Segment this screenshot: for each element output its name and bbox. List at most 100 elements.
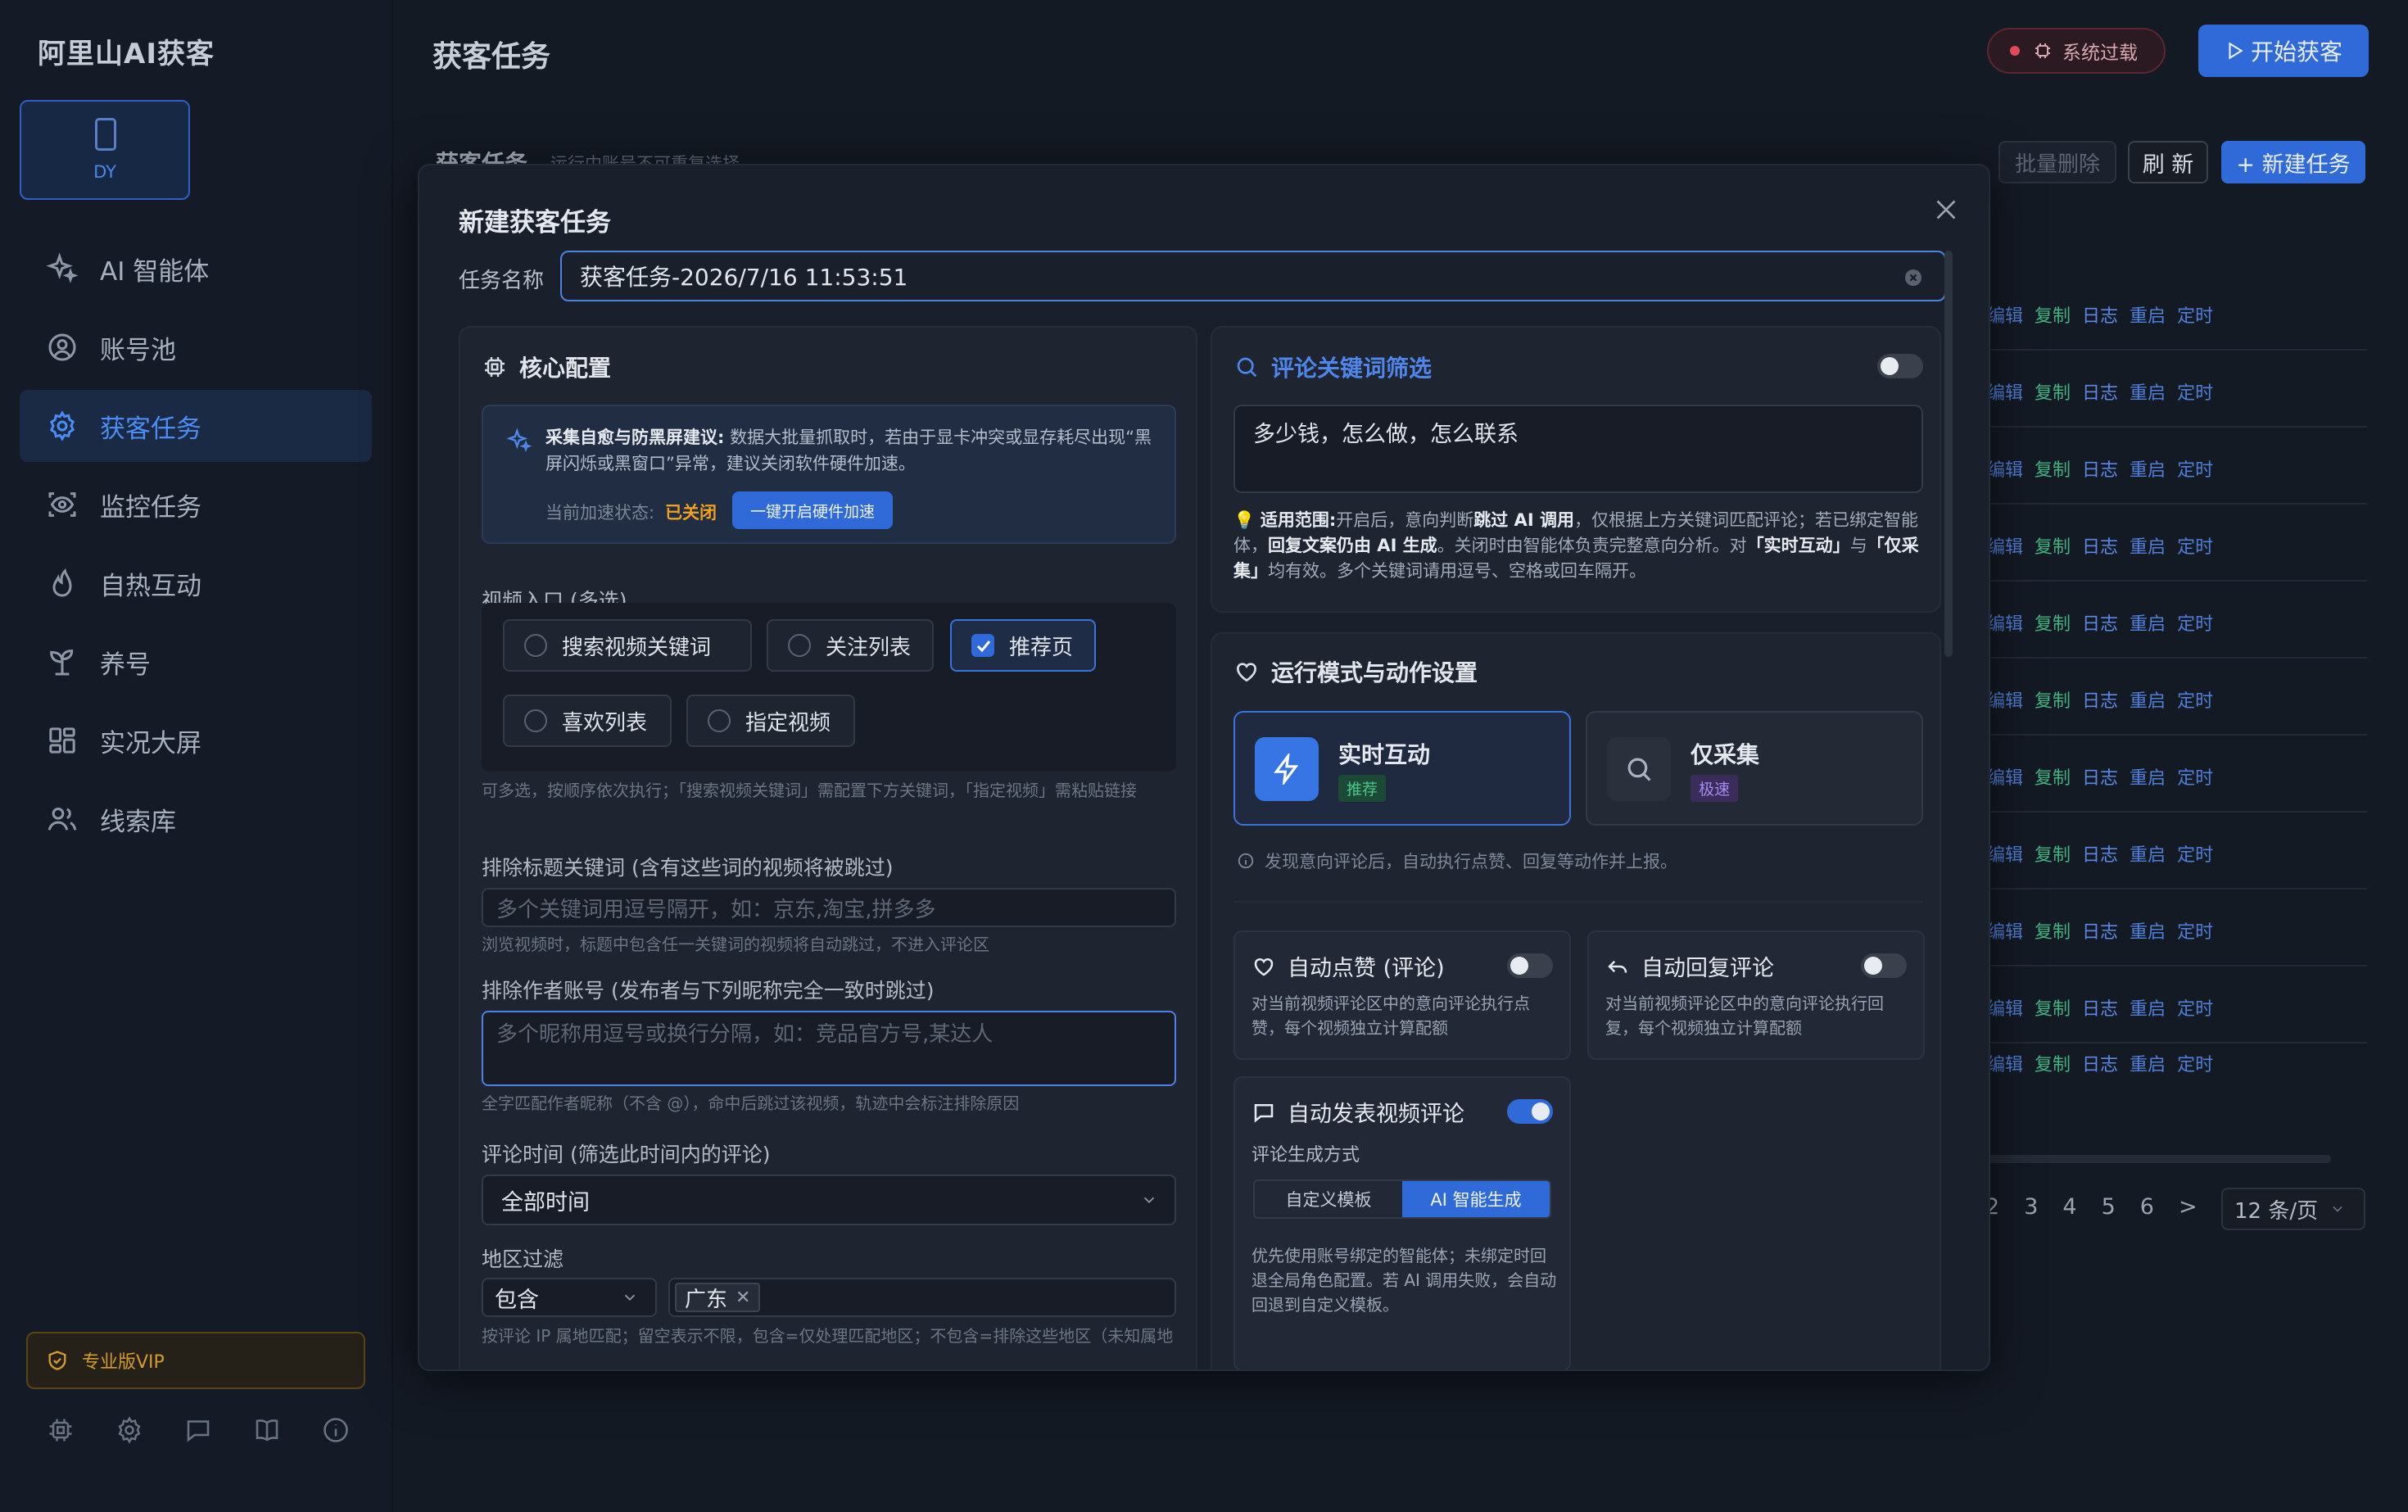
row-action-link[interactable]: 编辑	[1987, 840, 2023, 867]
page-size-select[interactable]: 12 条/页	[2221, 1188, 2365, 1230]
page-number[interactable]: 3	[2024, 1194, 2038, 1220]
modal-scrollbar[interactable]	[1944, 251, 1953, 657]
batch-delete-button[interactable]: 批量删除	[1998, 141, 2116, 183]
sidebar-item-nurture[interactable]: 养号	[20, 626, 372, 698]
comment-time-select[interactable]: 全部时间	[482, 1175, 1176, 1225]
row-action-link[interactable]: 编辑	[1987, 455, 2023, 482]
row-action-link[interactable]: 重启	[2130, 1050, 2166, 1076]
row-action-link[interactable]: 定时	[2177, 532, 2213, 559]
next-page-button[interactable]: >	[2179, 1194, 2198, 1220]
mode-realtime-interact[interactable]: 实时互动 推荐	[1233, 711, 1571, 826]
sidebar-item-monitor-task[interactable]: 监控任务	[20, 469, 372, 541]
sidebar-item-live-screen[interactable]: 实况大屏	[20, 704, 372, 776]
keyword-filter-toggle[interactable]	[1877, 354, 1923, 378]
settings-icon[interactable]	[115, 1415, 144, 1445]
sidebar-item-self-interact[interactable]: 自热互动	[20, 547, 372, 619]
row-action-link[interactable]: 日志	[2082, 686, 2118, 713]
row-action-link[interactable]: 编辑	[1987, 994, 2023, 1021]
page-number[interactable]: 4	[2062, 1194, 2076, 1220]
row-action-link[interactable]: 日志	[2082, 917, 2118, 944]
row-action-link[interactable]: 编辑	[1987, 301, 2023, 328]
region-tag-input[interactable]: 广东 ✕	[668, 1278, 1176, 1317]
row-action-link[interactable]: 复制	[2035, 532, 2071, 559]
start-acquire-button[interactable]: 开始获客	[2198, 25, 2369, 77]
row-action-link[interactable]: 日志	[2082, 840, 2118, 867]
mode-collect-only[interactable]: 仅采集 极速	[1586, 711, 1923, 826]
row-action-link[interactable]: 定时	[2177, 994, 2213, 1021]
entry-specified-video-checkbox[interactable]: 指定视频	[686, 695, 855, 747]
row-action-link[interactable]: 日志	[2082, 378, 2118, 405]
row-action-link[interactable]: 定时	[2177, 378, 2213, 405]
row-action-link[interactable]: 日志	[2082, 609, 2118, 636]
row-action-link[interactable]: 复制	[2035, 917, 2071, 944]
system-status-button[interactable]: 系统过载	[1987, 28, 2166, 74]
row-action-link[interactable]: 重启	[2130, 301, 2166, 328]
row-action-link[interactable]: 重启	[2130, 532, 2166, 559]
entry-recommend-checkbox[interactable]: 推荐页	[950, 619, 1096, 672]
row-action-link[interactable]: 定时	[2177, 455, 2213, 482]
new-task-button[interactable]: + 新建任务	[2221, 141, 2365, 183]
row-action-link[interactable]: 编辑	[1987, 532, 2023, 559]
chip-icon[interactable]	[46, 1415, 75, 1445]
row-action-link[interactable]: 定时	[2177, 301, 2213, 328]
row-action-link[interactable]: 定时	[2177, 840, 2213, 867]
page-number[interactable]: 6	[2140, 1194, 2154, 1220]
row-action-link[interactable]: 日志	[2082, 994, 2118, 1021]
row-action-link[interactable]: 重启	[2130, 994, 2166, 1021]
row-action-link[interactable]: 日志	[2082, 763, 2118, 790]
row-action-link[interactable]: 编辑	[1987, 686, 2023, 713]
row-action-link[interactable]: 重启	[2130, 455, 2166, 482]
row-action-link[interactable]: 定时	[2177, 1050, 2213, 1076]
row-action-link[interactable]: 定时	[2177, 763, 2213, 790]
row-action-link[interactable]: 复制	[2035, 609, 2071, 636]
sidebar-item-ai-agent[interactable]: AI 智能体	[20, 233, 372, 305]
sidebar-item-account-pool[interactable]: 账号池	[20, 311, 372, 383]
entry-following-checkbox[interactable]: 关注列表	[767, 619, 934, 672]
row-action-link[interactable]: 日志	[2082, 1050, 2118, 1076]
row-action-link[interactable]: 重启	[2130, 917, 2166, 944]
vip-badge[interactable]: 专业版VIP	[26, 1332, 365, 1389]
row-action-link[interactable]: 编辑	[1987, 917, 2023, 944]
clear-icon[interactable]	[1903, 268, 1923, 287]
row-action-link[interactable]: 重启	[2130, 686, 2166, 713]
row-action-link[interactable]: 重启	[2130, 378, 2166, 405]
row-action-link[interactable]: 复制	[2035, 455, 2071, 482]
page-number[interactable]: 5	[2102, 1194, 2116, 1220]
gen-option-template[interactable]: 自定义模板	[1255, 1181, 1402, 1217]
entry-likes-checkbox[interactable]: 喜欢列表	[503, 695, 672, 747]
sidebar-item-lead-library[interactable]: 线索库	[20, 783, 372, 855]
auto-reply-toggle[interactable]	[1861, 953, 1907, 978]
row-action-link[interactable]: 编辑	[1987, 609, 2023, 636]
row-action-link[interactable]: 复制	[2035, 840, 2071, 867]
exclude-title-input[interactable]: 多个关键词用逗号隔开，如：京东,淘宝,拼多多	[482, 888, 1176, 927]
table-horizontal-scrollbar[interactable]	[1982, 1155, 2331, 1163]
row-action-link[interactable]: 复制	[2035, 994, 2071, 1021]
row-action-link[interactable]: 定时	[2177, 609, 2213, 636]
info-icon[interactable]	[321, 1415, 351, 1445]
row-action-link[interactable]: 编辑	[1987, 763, 2023, 790]
chat-icon[interactable]	[183, 1415, 213, 1445]
auto-comment-toggle[interactable]	[1507, 1099, 1553, 1124]
row-action-link[interactable]: 复制	[2035, 301, 2071, 328]
gen-option-ai[interactable]: AI 智能生成	[1402, 1181, 1550, 1217]
auto-like-toggle[interactable]	[1507, 953, 1553, 978]
task-name-input[interactable]: 获客任务-2026/7/16 11:53:51	[560, 251, 1946, 301]
sidebar-item-acquire-task[interactable]: 获客任务	[20, 390, 372, 462]
exclude-author-textarea[interactable]: 多个昵称用逗号或换行分隔，如：竞品官方号,某达人	[482, 1011, 1176, 1086]
row-action-link[interactable]: 编辑	[1987, 378, 2023, 405]
row-action-link[interactable]: 重启	[2130, 609, 2166, 636]
row-action-link[interactable]: 重启	[2130, 840, 2166, 867]
close-icon[interactable]	[1931, 195, 1961, 224]
region-mode-select[interactable]: 包含	[482, 1278, 657, 1317]
row-action-link[interactable]: 定时	[2177, 686, 2213, 713]
row-action-link[interactable]: 复制	[2035, 378, 2071, 405]
row-action-link[interactable]: 日志	[2082, 301, 2118, 328]
row-action-link[interactable]: 复制	[2035, 763, 2071, 790]
row-action-link[interactable]: 日志	[2082, 532, 2118, 559]
row-action-link[interactable]: 复制	[2035, 1050, 2071, 1076]
book-icon[interactable]	[252, 1415, 282, 1445]
row-action-link[interactable]: 重启	[2130, 763, 2166, 790]
entry-search-keyword-checkbox[interactable]: 搜索视频关键词	[503, 619, 752, 672]
close-icon[interactable]: ✕	[736, 1288, 750, 1308]
row-action-link[interactable]: 定时	[2177, 917, 2213, 944]
